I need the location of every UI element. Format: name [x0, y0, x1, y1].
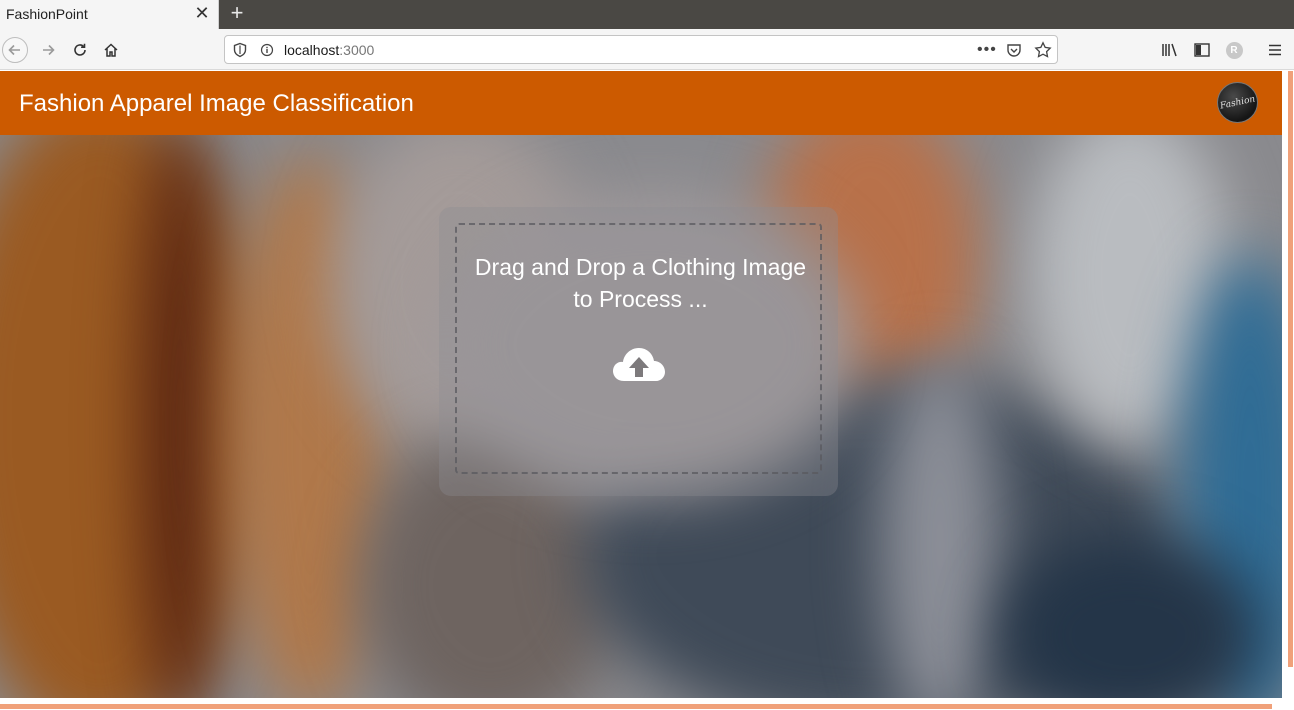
- tab-fashionpoint[interactable]: FashionPoint ✕: [0, 0, 219, 29]
- app-header: Fashion Apparel Image Classification Fas…: [0, 71, 1282, 135]
- tab-close-button[interactable]: ✕: [192, 3, 212, 23]
- hamburger-menu-icon: [1269, 44, 1281, 56]
- dropzone-instructions: Drag and Drop a Clothing Image to Proces…: [457, 251, 824, 315]
- hero-background: Drag and Drop a Clothing Image to Proces…: [0, 135, 1282, 698]
- new-tab-button[interactable]: +: [226, 2, 248, 24]
- dropzone-dashed-area[interactable]: Drag and Drop a Clothing Image to Proces…: [455, 223, 822, 474]
- vertical-scrollbar-thumb[interactable]: [1288, 71, 1293, 667]
- url-port: :3000: [339, 42, 375, 58]
- arrow-right-icon: [43, 44, 55, 56]
- info-icon[interactable]: [260, 42, 274, 58]
- sidebar-button[interactable]: [1192, 40, 1212, 60]
- home-button[interactable]: [98, 37, 124, 63]
- url-host: localhost: [284, 42, 340, 58]
- navigation-bar: localhost:3000 •••: [0, 29, 1294, 70]
- bg-blur-shape: [0, 135, 260, 698]
- page-viewport: Fashion Apparel Image Classification Fas…: [0, 71, 1282, 698]
- tab-title: FashionPoint: [6, 6, 88, 22]
- arrow-left-icon: [8, 44, 20, 56]
- sidebar-icon: [1194, 43, 1210, 57]
- library-button[interactable]: [1160, 40, 1180, 60]
- account-button[interactable]: R: [1224, 40, 1244, 60]
- page-actions-menu[interactable]: •••: [977, 41, 997, 59]
- dropzone-line-2: to Process ...: [573, 286, 708, 312]
- reload-icon: [74, 43, 86, 56]
- tab-bar: FashionPoint ✕ +: [0, 0, 1294, 29]
- horizontal-scrollbar-thumb[interactable]: [0, 704, 1272, 709]
- library-icon: [1162, 43, 1177, 57]
- menu-button[interactable]: [1265, 40, 1285, 60]
- home-icon: [104, 43, 118, 57]
- account-avatar: R: [1225, 41, 1243, 59]
- app-title: Fashion Apparel Image Classification: [19, 90, 414, 117]
- cloud-upload-icon[interactable]: [612, 345, 666, 385]
- bg-blur-shape: [140, 135, 220, 698]
- dropzone-line-1: Drag and Drop a Clothing Image: [474, 254, 807, 280]
- forward-button[interactable]: [35, 37, 61, 63]
- brand-logo[interactable]: Fashion: [1217, 82, 1258, 123]
- logo-text: Fashion: [1219, 93, 1256, 112]
- url-text[interactable]: localhost:3000: [284, 42, 374, 58]
- bookmark-star-icon[interactable]: [1034, 41, 1052, 59]
- back-button[interactable]: [2, 37, 28, 63]
- pocket-icon[interactable]: [1006, 42, 1022, 58]
- url-bar[interactable]: localhost:3000 •••: [224, 35, 1058, 64]
- reload-button[interactable]: [67, 37, 93, 63]
- image-dropzone[interactable]: Drag and Drop a Clothing Image to Proces…: [439, 207, 838, 496]
- shield-icon[interactable]: [233, 42, 247, 58]
